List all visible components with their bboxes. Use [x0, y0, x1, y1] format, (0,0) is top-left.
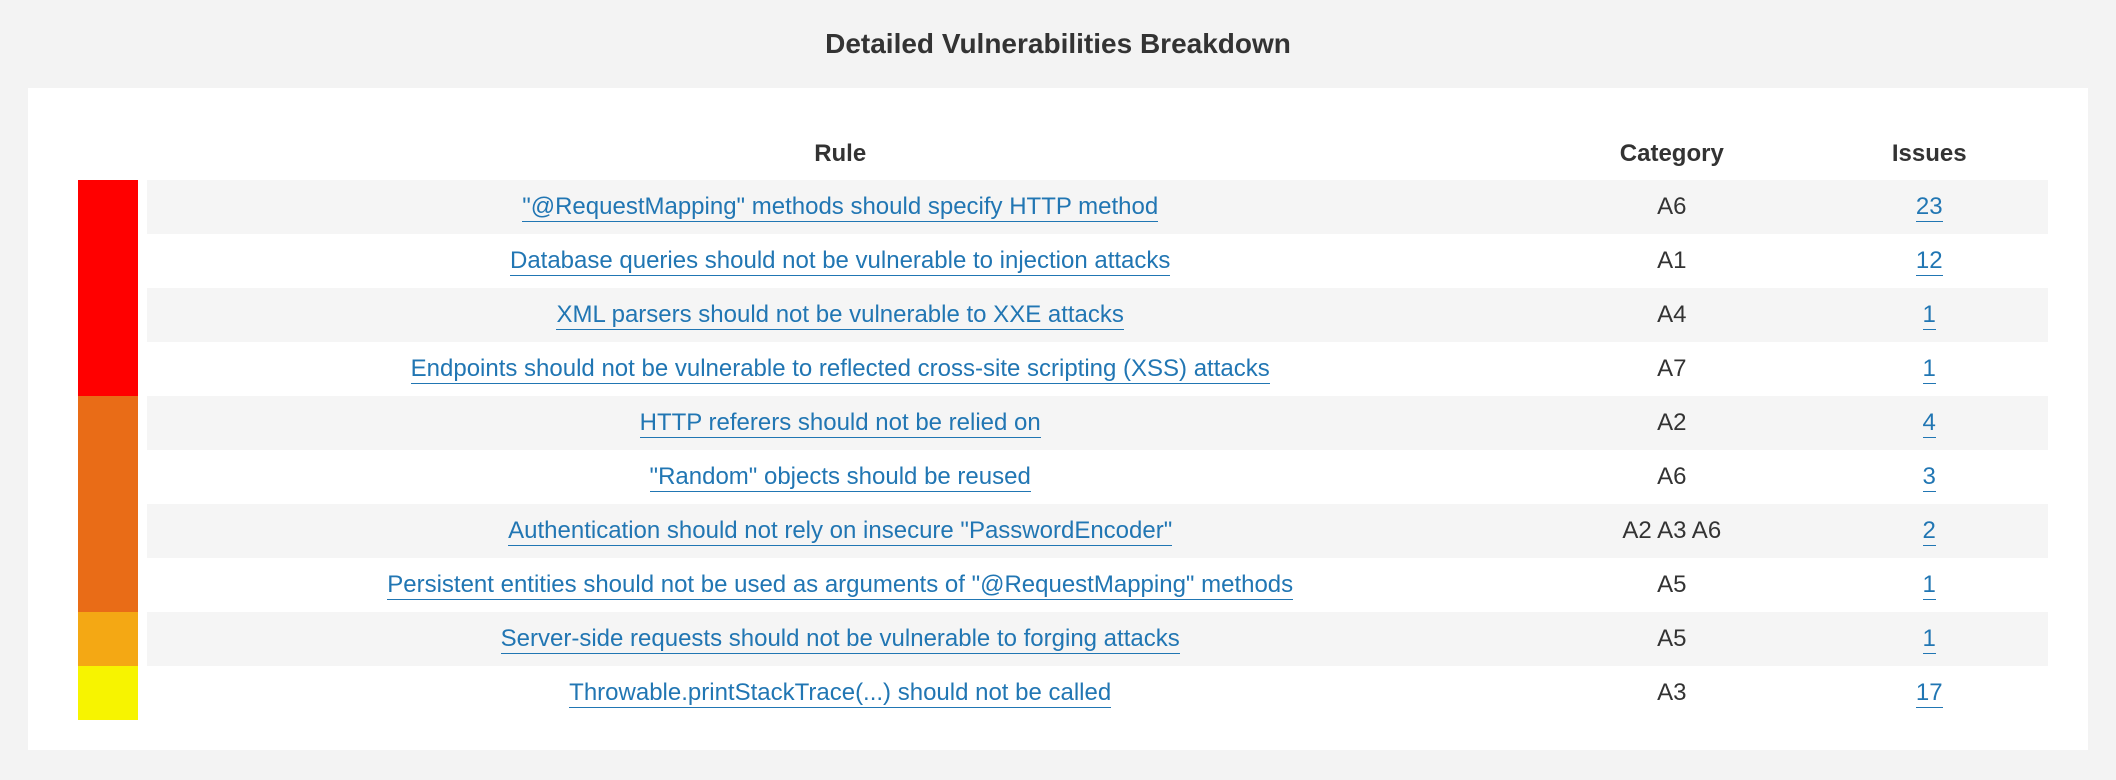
category-cell: A3	[1533, 666, 1810, 720]
severity-cell	[68, 666, 147, 720]
rule-cell: Server-side requests should not be vulne…	[147, 612, 1533, 666]
rule-link[interactable]: Authentication should not rely on insecu…	[508, 517, 1172, 546]
issues-link[interactable]: 1	[1923, 571, 1936, 600]
rule-link[interactable]: HTTP referers should not be relied on	[640, 409, 1041, 438]
issues-link[interactable]: 12	[1916, 247, 1943, 276]
rule-cell: XML parsers should not be vulnerable to …	[147, 288, 1533, 342]
severity-cell	[68, 504, 147, 558]
severity-cell	[68, 180, 147, 234]
table-row: Database queries should not be vulnerabl…	[68, 234, 2048, 288]
rule-link[interactable]: XML parsers should not be vulnerable to …	[556, 301, 1123, 330]
issues-link[interactable]: 17	[1916, 679, 1943, 708]
table-row: Persistent entities should not be used a…	[68, 558, 2048, 612]
issues-cell: 1	[1810, 558, 2048, 612]
table-row: HTTP referers should not be relied on A2 4	[68, 396, 2048, 450]
rule-cell: "@RequestMapping" methods should specify…	[147, 180, 1533, 234]
rule-cell: Throwable.printStackTrace(...) should no…	[147, 666, 1533, 720]
rule-link[interactable]: Persistent entities should not be used a…	[387, 571, 1293, 600]
category-cell: A6	[1533, 450, 1810, 504]
col-issues: Issues	[1810, 128, 2048, 180]
rule-link[interactable]: "Random" objects should be reused	[650, 463, 1031, 492]
col-category: Category	[1533, 128, 1810, 180]
category-cell: A5	[1533, 612, 1810, 666]
issues-link[interactable]: 2	[1923, 517, 1936, 546]
severity-swatch	[78, 558, 138, 612]
rule-cell: Database queries should not be vulnerabl…	[147, 234, 1533, 288]
rule-cell: "Random" objects should be reused	[147, 450, 1533, 504]
severity-swatch	[78, 180, 138, 234]
table-row: Endpoints should not be vulnerable to re…	[68, 342, 2048, 396]
table-row: Authentication should not rely on insecu…	[68, 504, 2048, 558]
issues-link[interactable]: 4	[1923, 409, 1936, 438]
col-rule: Rule	[147, 128, 1533, 180]
issues-link[interactable]: 1	[1923, 355, 1936, 384]
severity-swatch	[78, 504, 138, 558]
issues-link[interactable]: 3	[1923, 463, 1936, 492]
col-severity	[68, 128, 147, 180]
severity-cell	[68, 396, 147, 450]
severity-cell	[68, 612, 147, 666]
issues-cell: 1	[1810, 288, 2048, 342]
severity-cell	[68, 234, 147, 288]
rule-link[interactable]: Database queries should not be vulnerabl…	[510, 247, 1170, 276]
rule-link[interactable]: Throwable.printStackTrace(...) should no…	[569, 679, 1111, 708]
vulnerabilities-table: Rule Category Issues "@RequestMapping" m…	[68, 128, 2048, 720]
rule-link[interactable]: Endpoints should not be vulnerable to re…	[411, 355, 1270, 384]
category-cell: A7	[1533, 342, 1810, 396]
table-row: XML parsers should not be vulnerable to …	[68, 288, 2048, 342]
severity-swatch	[78, 396, 138, 450]
category-cell: A6	[1533, 180, 1810, 234]
rule-cell: HTTP referers should not be relied on	[147, 396, 1533, 450]
issues-cell: 17	[1810, 666, 2048, 720]
category-cell: A4	[1533, 288, 1810, 342]
issues-cell: 2	[1810, 504, 2048, 558]
rule-cell: Authentication should not rely on insecu…	[147, 504, 1533, 558]
rule-link[interactable]: "@RequestMapping" methods should specify…	[522, 193, 1158, 222]
rule-cell: Persistent entities should not be used a…	[147, 558, 1533, 612]
category-cell: A2	[1533, 396, 1810, 450]
issues-cell: 3	[1810, 450, 2048, 504]
issues-link[interactable]: 1	[1923, 301, 1936, 330]
vulnerabilities-card: Rule Category Issues "@RequestMapping" m…	[28, 88, 2088, 750]
severity-swatch	[78, 612, 138, 666]
issues-cell: 1	[1810, 342, 2048, 396]
page-title: Detailed Vulnerabilities Breakdown	[20, 28, 2096, 60]
severity-cell	[68, 558, 147, 612]
severity-swatch	[78, 234, 138, 288]
severity-cell	[68, 288, 147, 342]
rule-cell: Endpoints should not be vulnerable to re…	[147, 342, 1533, 396]
severity-swatch	[78, 666, 138, 720]
issues-cell: 12	[1810, 234, 2048, 288]
severity-swatch	[78, 288, 138, 342]
severity-swatch	[78, 450, 138, 504]
issues-cell: 4	[1810, 396, 2048, 450]
issues-cell: 1	[1810, 612, 2048, 666]
table-row: Throwable.printStackTrace(...) should no…	[68, 666, 2048, 720]
category-cell: A2 A3 A6	[1533, 504, 1810, 558]
severity-cell	[68, 342, 147, 396]
table-row: "Random" objects should be reused A6 3	[68, 450, 2048, 504]
issues-link[interactable]: 1	[1923, 625, 1936, 654]
table-row: Server-side requests should not be vulne…	[68, 612, 2048, 666]
table-row: "@RequestMapping" methods should specify…	[68, 180, 2048, 234]
issues-cell: 23	[1810, 180, 2048, 234]
severity-swatch	[78, 342, 138, 396]
severity-cell	[68, 450, 147, 504]
category-cell: A1	[1533, 234, 1810, 288]
category-cell: A5	[1533, 558, 1810, 612]
rule-link[interactable]: Server-side requests should not be vulne…	[501, 625, 1180, 654]
issues-link[interactable]: 23	[1916, 193, 1943, 222]
